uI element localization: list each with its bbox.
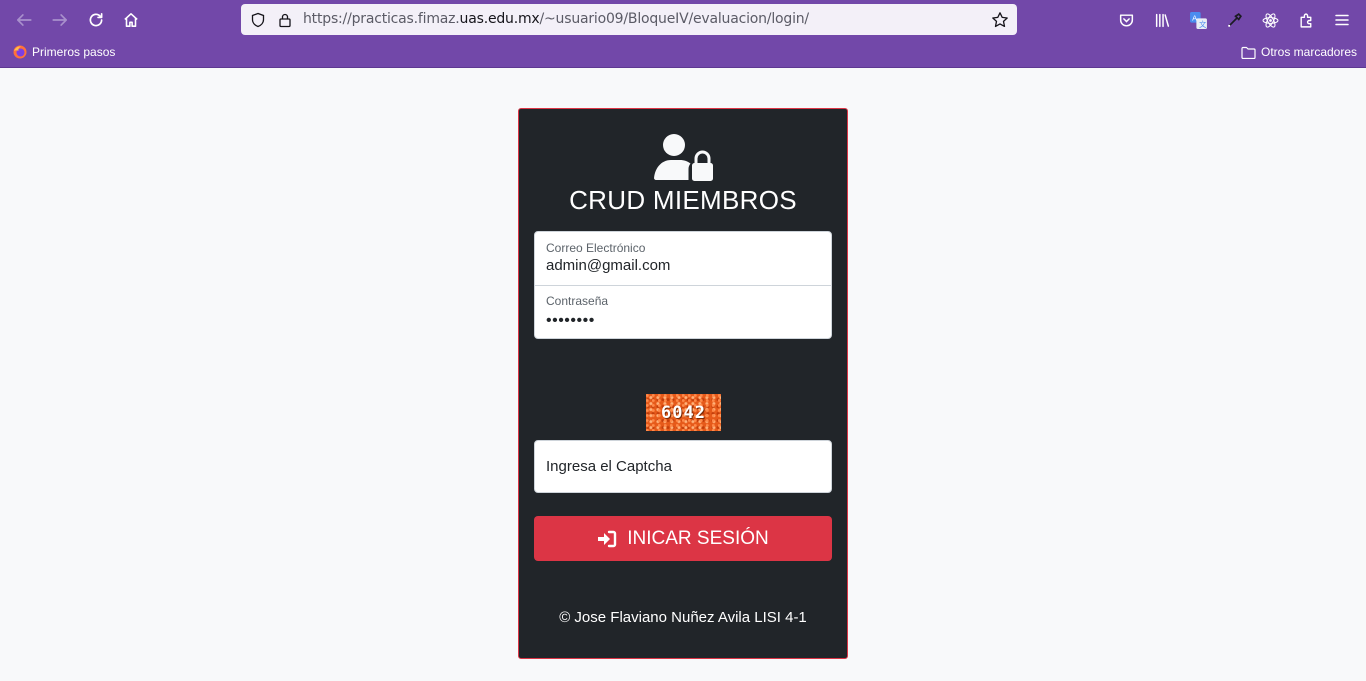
extensions-button[interactable]: [1295, 9, 1317, 31]
email-label: Correo Electrónico: [546, 241, 646, 255]
library-button[interactable]: [1151, 9, 1173, 31]
react-devtools-button[interactable]: [1259, 9, 1281, 31]
footer-credit: © Jose Flaviano Nuñez Avila LISI 4-1: [559, 609, 807, 626]
forward-button[interactable]: [48, 8, 72, 32]
svg-text:A: A: [1192, 13, 1197, 22]
url-prefix: https://practicas.fimaz.: [303, 11, 460, 27]
home-icon: [124, 13, 138, 27]
translate-button[interactable]: A文: [1187, 9, 1209, 31]
home-button[interactable]: [119, 8, 143, 32]
bookmark-otros-marcadores[interactable]: Otros marcadores: [1241, 45, 1357, 59]
folder-icon: [1241, 46, 1256, 59]
react-devtools-icon: [1262, 12, 1278, 28]
arrow-right-icon: [52, 14, 68, 26]
back-button[interactable]: [12, 8, 36, 32]
arrow-left-icon: [16, 14, 32, 26]
url-bar[interactable]: https://practicas.fimaz.uas.edu.mx/~usua…: [241, 4, 1017, 35]
captcha-image: 6042: [646, 394, 721, 431]
email-value: admin@gmail.com: [546, 257, 671, 274]
user-lock-icon: [654, 134, 713, 181]
bookmark-label: Primeros pasos: [32, 45, 116, 59]
password-field[interactable]: Contraseña ••••••••: [535, 285, 831, 338]
reload-icon: [89, 12, 103, 27]
pocket-button[interactable]: [1115, 9, 1137, 31]
menu-icon: [1335, 14, 1349, 26]
password-value: ••••••••: [546, 312, 595, 329]
extensions-icon: [1299, 13, 1311, 28]
password-label: Contraseña: [546, 294, 609, 308]
svg-text:文: 文: [1199, 19, 1207, 28]
login-button-label: INICAR SESIÓN: [627, 527, 769, 549]
login-card: CRUD MIEMBROS Correo Electrónico admin@g…: [518, 108, 848, 659]
translate-icon: A文: [1189, 11, 1207, 29]
url-path: /~usuario09/BloqueIV/evaluacion/login/: [539, 11, 810, 27]
menu-button[interactable]: [1331, 9, 1353, 31]
eyedropper-button[interactable]: [1223, 9, 1245, 31]
reload-button[interactable]: [84, 8, 108, 32]
sign-in-icon: [597, 530, 617, 548]
firefox-icon: [13, 45, 27, 59]
page-title: CRUD MIEMBROS: [569, 185, 797, 215]
tracking-shield-icon[interactable]: [249, 11, 267, 29]
eyedropper-icon: [1227, 12, 1242, 27]
bookmark-label: Otros marcadores: [1261, 45, 1358, 59]
pocket-icon: [1119, 13, 1133, 27]
url-text[interactable]: https://practicas.fimaz.uas.edu.mx/~usua…: [303, 11, 809, 27]
library-icon: [1155, 13, 1169, 27]
lock-icon[interactable]: [276, 11, 294, 29]
bookmark-primeros-pasos[interactable]: Primeros pasos: [13, 45, 115, 59]
login-button[interactable]: INICAR SESIÓN: [534, 516, 832, 561]
captcha-input[interactable]: [534, 440, 832, 493]
credentials-group: Correo Electrónico admin@gmail.com Contr…: [534, 231, 832, 339]
email-field[interactable]: Correo Electrónico admin@gmail.com: [535, 232, 831, 286]
url-host: uas.edu.mx: [459, 11, 540, 27]
browser-toolbar: https://practicas.fimaz.uas.edu.mx/~usua…: [0, 0, 1366, 68]
bookmark-star-icon[interactable]: [991, 11, 1009, 29]
